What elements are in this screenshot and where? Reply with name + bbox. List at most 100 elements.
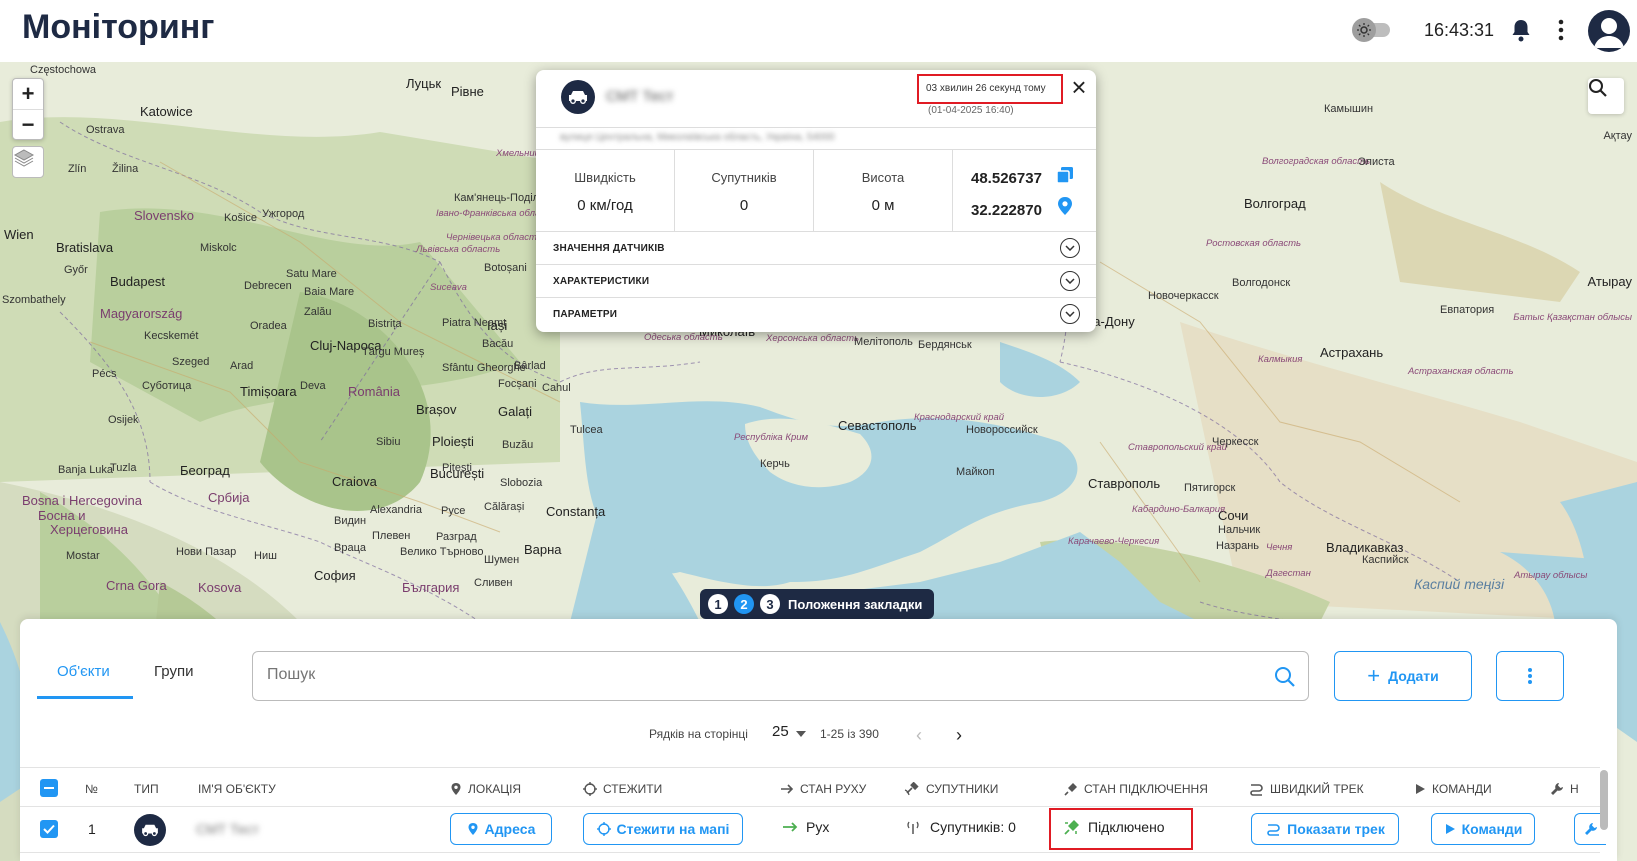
map-label: Katowice (140, 104, 193, 119)
chevron-down-icon[interactable] (1060, 271, 1080, 291)
map-label: Târgu Mureș (362, 346, 425, 358)
col-name[interactable]: ІМ'Я ОБ'ЄКТУ (198, 782, 276, 796)
page-title: Моніторинг (22, 8, 215, 46)
layers-icon[interactable] (12, 146, 44, 178)
map-label: Bârlad (514, 360, 546, 372)
map-label: Суботица (142, 380, 192, 392)
crosshair-icon (583, 782, 597, 796)
more-options-button[interactable] (1496, 651, 1564, 701)
map-label: Каспий теңізі (1414, 576, 1505, 592)
map-label: Владикавказ (1326, 540, 1404, 555)
chevron-down-icon[interactable] (1060, 238, 1080, 258)
map-label: Плевен (372, 530, 411, 542)
antenna-icon (907, 821, 919, 834)
user-avatar[interactable] (1588, 10, 1630, 52)
map-label: Călărași (484, 501, 525, 513)
map-search-icon[interactable] (1588, 78, 1624, 114)
parameters-section[interactable]: ПАРАМЕТРИ (536, 298, 1096, 331)
chevron-down-icon[interactable] (1060, 304, 1080, 324)
bookmark-1[interactable]: 1 (708, 594, 728, 614)
col-location[interactable]: ЛОКАЦІЯ (450, 782, 521, 796)
map-label: Bosna i Hercegovina (22, 493, 142, 508)
search-icon[interactable] (1273, 665, 1297, 689)
bell-icon[interactable] (1510, 18, 1532, 42)
tab-objects[interactable]: Об'єкти (57, 663, 110, 680)
location-pin-icon (451, 783, 461, 795)
prev-page-icon[interactable]: ‹ (916, 725, 922, 746)
map-label: Одеська область (644, 332, 723, 343)
map-label: Дагестан (1266, 568, 1311, 579)
map-label: Рівне (451, 84, 484, 99)
select-all-checkbox[interactable] (40, 779, 58, 797)
col-motion[interactable]: СТАН РУХУ (780, 782, 866, 796)
map-label: Częstochowa (30, 64, 97, 76)
map-label: Zlín (68, 163, 87, 175)
sensors-section[interactable]: ЗНАЧЕННЯ ДАТЧИКІВ (536, 232, 1096, 265)
col-number[interactable]: № (85, 782, 98, 796)
map-label: Tulcea (570, 424, 603, 436)
col-connection[interactable]: СТАН ПІДКЛЮЧЕННЯ (1064, 782, 1208, 796)
col-type[interactable]: ТИП (134, 782, 159, 796)
wrench-icon (1551, 783, 1563, 795)
map-label: România (348, 384, 401, 399)
map-label: Разград (436, 531, 477, 543)
close-icon[interactable]: × (1068, 74, 1090, 100)
row-object-name: СМТ Тест (196, 821, 260, 837)
rows-per-page-label: Рядків на сторінці (649, 727, 748, 741)
zoom-out-button[interactable]: − (13, 109, 43, 139)
map-label: Волгодонск (1232, 277, 1291, 289)
col-commands[interactable]: КОМАНДИ (1414, 782, 1492, 796)
col-satellites[interactable]: СУПУТНИКИ (904, 782, 998, 796)
map-label: Alexandria (370, 504, 422, 516)
map-label: Босна и (38, 508, 86, 523)
map-label: Враца (334, 542, 366, 554)
table-row[interactable]: 1 СМТ Тест Адреса Стежити на мапі Рух Су… (20, 807, 1606, 853)
map-label: Евпатория (1440, 304, 1495, 316)
car-icon (561, 80, 595, 114)
map-label: Miskolc (200, 242, 237, 254)
map-label: Варна (524, 542, 562, 557)
col-follow[interactable]: СТЕЖИТИ (583, 782, 662, 796)
caret-down-icon[interactable] (796, 731, 806, 737)
location-pin-icon[interactable] (1056, 196, 1074, 215)
kebab-menu-icon[interactable] (1556, 18, 1566, 42)
copy-icon[interactable] (1056, 166, 1074, 184)
map-label: Сливен (474, 577, 513, 589)
col-quick-track[interactable]: ШВИДКИЙ ТРЕК (1248, 782, 1364, 796)
add-button[interactable]: + Додати (1334, 651, 1472, 701)
map-label: Iași (487, 318, 508, 333)
follow-on-map-button[interactable]: Стежити на мапі (583, 813, 743, 845)
plus-icon: + (1367, 663, 1381, 688)
map-label: Galați (498, 404, 532, 419)
address-button[interactable]: Адреса (450, 813, 552, 845)
zoom-in-button[interactable]: + (13, 79, 43, 109)
map-label: Камышин (1324, 103, 1374, 115)
rows-per-page-select[interactable]: 25 (772, 723, 789, 740)
show-track-button[interactable]: Показати трек (1251, 813, 1399, 845)
map-label: Львівська область (416, 244, 501, 255)
map-label: Краснодарский край (914, 412, 1005, 423)
map-label: Timișoara (240, 384, 297, 399)
play-icon (1416, 784, 1425, 794)
characteristics-section[interactable]: ХАРАКТЕРИСТИКИ (536, 265, 1096, 298)
tab-groups[interactable]: Групи (154, 663, 193, 680)
search-input[interactable] (267, 666, 1227, 684)
col-extra[interactable]: Н (1550, 782, 1579, 796)
next-page-icon[interactable]: › (956, 725, 962, 746)
play-icon (1445, 824, 1455, 834)
theme-toggle[interactable] (1352, 18, 1392, 42)
scrollbar[interactable] (1600, 770, 1608, 830)
commands-button[interactable]: Команди (1431, 813, 1535, 845)
map-label: Botoșani (484, 262, 527, 274)
bookmark-2[interactable]: 2 (734, 594, 754, 614)
map-label: Чернівецька область (446, 232, 542, 243)
map-label: Buzău (502, 439, 534, 451)
map-label: Батыс Қазақстан облысы (1513, 312, 1632, 323)
map-label: Crna Gora (106, 578, 167, 593)
map-label: Žilina (112, 163, 139, 175)
map-label: Черкесск (1212, 436, 1259, 448)
bookmark-3[interactable]: 3 (760, 594, 780, 614)
map-label: Pécs (92, 368, 117, 380)
row-checkbox[interactable] (40, 820, 58, 838)
map-label: Ниш (254, 550, 277, 562)
